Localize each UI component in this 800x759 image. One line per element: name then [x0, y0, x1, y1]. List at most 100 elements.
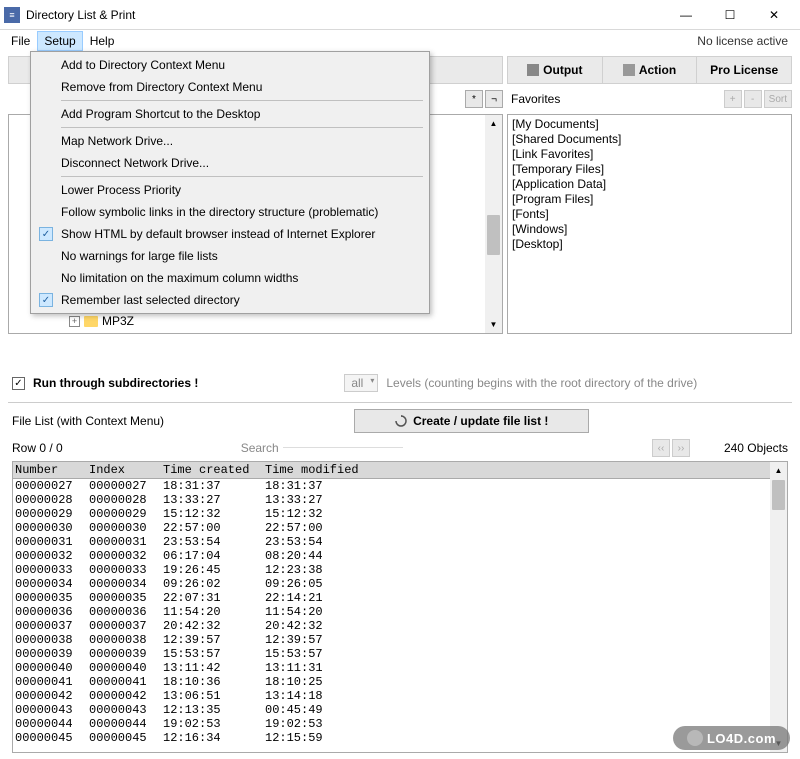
- favorites-item[interactable]: [Program Files]: [512, 192, 787, 207]
- col-time-modified[interactable]: Time modified: [263, 462, 383, 478]
- scroll-up-icon[interactable]: ▲: [485, 115, 502, 132]
- tab-output[interactable]: Output: [508, 57, 603, 83]
- favorites-item[interactable]: [Desktop]: [512, 237, 787, 252]
- favorites-item[interactable]: [Temporary Files]: [512, 162, 787, 177]
- menu-item[interactable]: No limitation on the maximum column widt…: [33, 267, 427, 289]
- menu-separator: [61, 176, 423, 177]
- history-remove-button[interactable]: ¬: [485, 90, 503, 108]
- file-list-table[interactable]: Number Index Time created Time modified …: [12, 461, 788, 753]
- nav-prev-button[interactable]: ‹‹: [652, 439, 670, 457]
- table-row[interactable]: 000000410000004118:10:3618:10:25: [13, 675, 770, 689]
- expand-icon[interactable]: +: [69, 316, 80, 327]
- favorites-item[interactable]: [Shared Documents]: [512, 132, 787, 147]
- table-header: Number Index Time created Time modified: [13, 462, 787, 479]
- fav-remove-button[interactable]: -: [744, 90, 762, 108]
- tab-action[interactable]: Action: [603, 57, 698, 83]
- menu-help[interactable]: Help: [83, 31, 122, 51]
- menu-item[interactable]: Disconnect Network Drive...: [33, 152, 427, 174]
- menu-setup[interactable]: Setup: [37, 31, 82, 51]
- window-controls: — ☐ ✕: [664, 1, 796, 29]
- setup-dropdown: Add to Directory Context MenuRemove from…: [30, 51, 430, 314]
- favorites-label: Favorites: [507, 92, 722, 106]
- table-row[interactable]: 000000290000002915:12:3215:12:32: [13, 507, 770, 521]
- menu-file[interactable]: File: [4, 31, 37, 51]
- table-row[interactable]: 000000400000004013:11:4213:11:31: [13, 661, 770, 675]
- table-row[interactable]: 000000380000003812:39:5712:39:57: [13, 633, 770, 647]
- cell-modified: 12:39:57: [263, 633, 383, 647]
- table-scrollbar[interactable]: ▲ ▼: [770, 462, 787, 752]
- table-row[interactable]: 000000440000004419:02:5319:02:53: [13, 717, 770, 731]
- cell-index: 00000040: [87, 661, 161, 675]
- cell-created: 11:54:20: [161, 605, 263, 619]
- table-row[interactable]: 000000330000003319:26:4512:23:38: [13, 563, 770, 577]
- right-panel: Output Action Pro License Favorites + - …: [507, 56, 792, 366]
- cell-number: 00000039: [13, 647, 87, 661]
- menu-item[interactable]: Add to Directory Context Menu: [33, 54, 427, 76]
- tree-scrollbar[interactable]: ▲ ▼: [485, 115, 502, 333]
- cell-index: 00000045: [87, 731, 161, 745]
- levels-select[interactable]: all: [344, 374, 378, 392]
- table-row[interactable]: 000000340000003409:26:0209:26:05: [13, 577, 770, 591]
- cell-created: 06:17:04: [161, 549, 263, 563]
- create-update-button[interactable]: Create / update file list !: [354, 409, 589, 433]
- scroll-down-icon[interactable]: ▼: [485, 316, 502, 333]
- table-row[interactable]: 000000390000003915:53:5715:53:57: [13, 647, 770, 661]
- cell-created: 12:13:35: [161, 703, 263, 717]
- cell-number: 00000030: [13, 521, 87, 535]
- table-row[interactable]: 000000270000002718:31:3718:31:37: [13, 479, 770, 493]
- favorites-item[interactable]: [Application Data]: [512, 177, 787, 192]
- scroll-up-icon[interactable]: ▲: [770, 462, 787, 479]
- cell-number: 00000044: [13, 717, 87, 731]
- search-input[interactable]: [283, 447, 403, 448]
- table-row[interactable]: 000000310000003123:53:5423:53:54: [13, 535, 770, 549]
- favorites-list[interactable]: [My Documents][Shared Documents][Link Fa…: [507, 114, 792, 334]
- menu-item[interactable]: Lower Process Priority: [33, 179, 427, 201]
- cell-modified: 11:54:20: [263, 605, 383, 619]
- tab-pro-license[interactable]: Pro License: [697, 57, 791, 83]
- menu-item[interactable]: Follow symbolic links in the directory s…: [33, 201, 427, 223]
- favorites-item[interactable]: [Windows]: [512, 222, 787, 237]
- scroll-thumb[interactable]: [487, 215, 500, 255]
- nav-next-button[interactable]: ››: [672, 439, 690, 457]
- favorites-item[interactable]: [Fonts]: [512, 207, 787, 222]
- maximize-button[interactable]: ☐: [708, 1, 752, 29]
- favorites-item[interactable]: [My Documents]: [512, 117, 787, 132]
- fav-add-button[interactable]: +: [724, 90, 742, 108]
- table-row[interactable]: 000000430000004312:13:3500:45:49: [13, 703, 770, 717]
- minimize-button[interactable]: —: [664, 1, 708, 29]
- table-row[interactable]: 000000370000003720:42:3220:42:32: [13, 619, 770, 633]
- favorites-item[interactable]: [Link Favorites]: [512, 147, 787, 162]
- close-button[interactable]: ✕: [752, 1, 796, 29]
- cell-created: 23:53:54: [161, 535, 263, 549]
- table-row[interactable]: 000000350000003522:07:3122:14:21: [13, 591, 770, 605]
- table-row[interactable]: 000000450000004512:16:3412:15:59: [13, 731, 770, 745]
- table-row[interactable]: 000000280000002813:33:2713:33:27: [13, 493, 770, 507]
- table-row[interactable]: 000000300000003022:57:0022:57:00: [13, 521, 770, 535]
- cell-modified: 12:23:38: [263, 563, 383, 577]
- cell-number: 00000041: [13, 675, 87, 689]
- cell-index: 00000042: [87, 689, 161, 703]
- menu-item[interactable]: No warnings for large file lists: [33, 245, 427, 267]
- table-row[interactable]: 000000360000003611:54:2011:54:20: [13, 605, 770, 619]
- cell-index: 00000044: [87, 717, 161, 731]
- menu-item[interactable]: Remove from Directory Context Menu: [33, 76, 427, 98]
- table-row[interactable]: 000000320000003206:17:0408:20:44: [13, 549, 770, 563]
- cell-index: 00000034: [87, 577, 161, 591]
- col-time-created[interactable]: Time created: [161, 462, 263, 478]
- cell-number: 00000040: [13, 661, 87, 675]
- scroll-thumb[interactable]: [772, 480, 785, 510]
- col-index[interactable]: Index: [87, 462, 161, 478]
- fav-sort-button[interactable]: Sort: [764, 90, 792, 108]
- menu-item[interactable]: Add Program Shortcut to the Desktop: [33, 103, 427, 125]
- menu-item[interactable]: Remember last selected directory✓: [33, 289, 427, 311]
- table-row[interactable]: 000000420000004213:06:5113:14:18: [13, 689, 770, 703]
- menu-item[interactable]: Show HTML by default browser instead of …: [33, 223, 427, 245]
- col-number[interactable]: Number: [13, 462, 87, 478]
- history-add-button[interactable]: *: [465, 90, 483, 108]
- subdir-checkbox[interactable]: ✓: [12, 377, 25, 390]
- tree-item[interactable]: +MP3Z: [13, 313, 482, 329]
- cell-modified: 13:11:31: [263, 661, 383, 675]
- menu-item[interactable]: Map Network Drive...: [33, 130, 427, 152]
- check-icon: ✓: [39, 227, 53, 241]
- subdirectories-row: ✓ Run through subdirectories ! all Level…: [8, 366, 792, 400]
